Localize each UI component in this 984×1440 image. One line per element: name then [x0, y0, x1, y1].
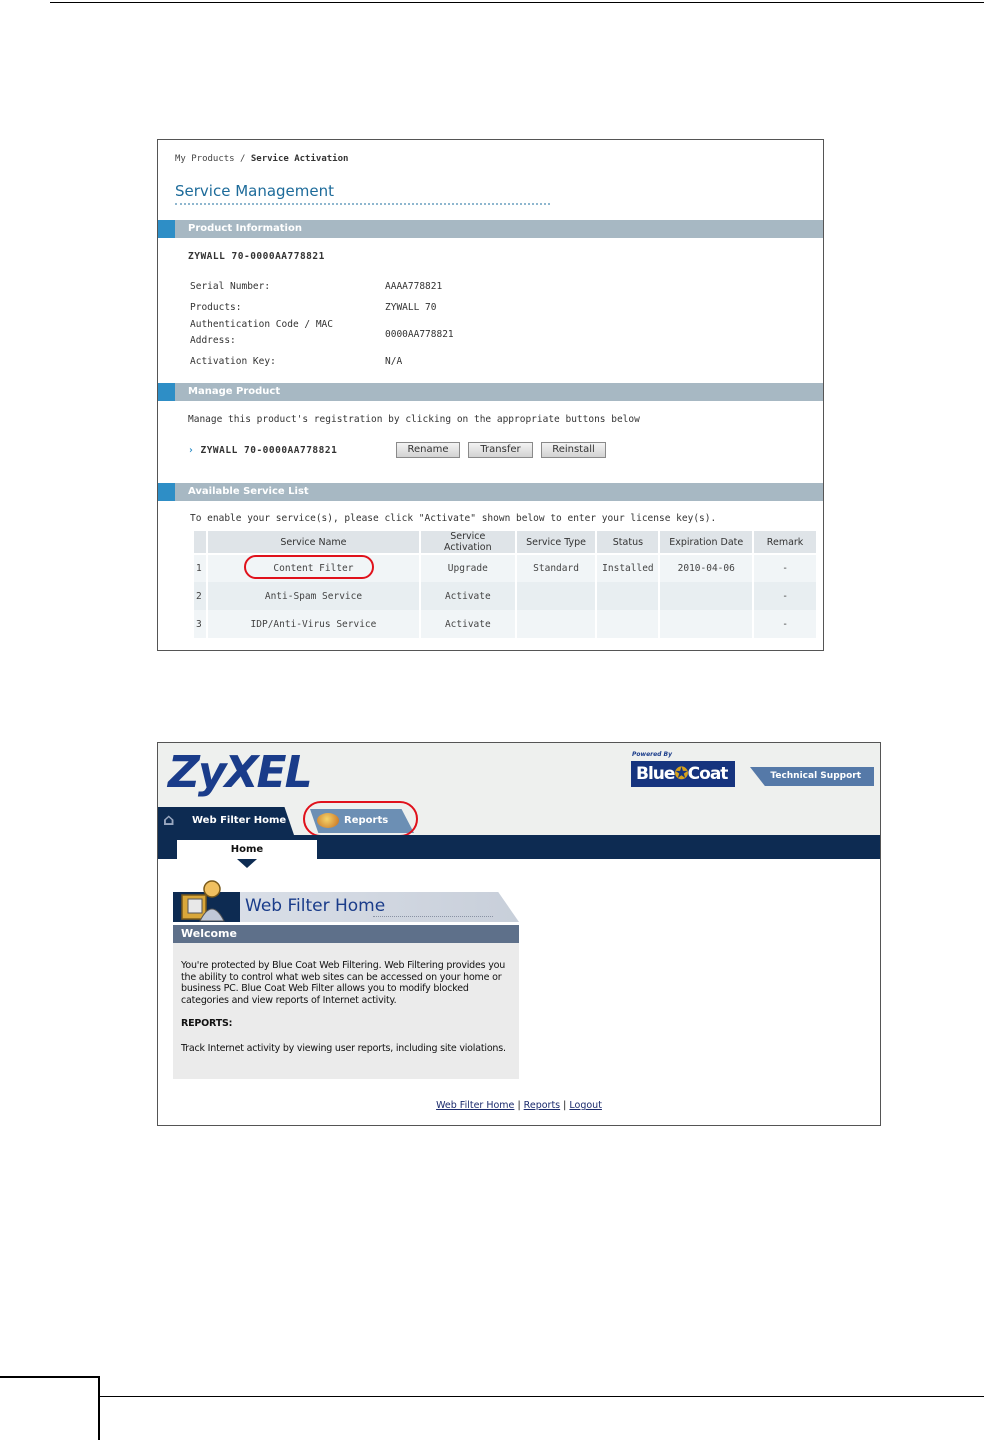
subtab-pointer [237, 859, 257, 868]
column-header: Service Name [205, 529, 421, 555]
reinstall-button[interactable]: Reinstall [541, 442, 606, 458]
auth-code-label-line2: Address: [190, 335, 236, 346]
footer-link-home[interactable]: Web Filter Home [436, 1100, 514, 1111]
breadcrumb: My Products / Service Activation [175, 154, 348, 164]
page-title: Service Management [175, 182, 335, 200]
activation-key-value: N/A [385, 356, 403, 367]
footer-links: Web Filter Home | Reports | Logout [158, 1100, 880, 1111]
column-header: Service Type [514, 529, 598, 555]
manage-product-label: ZYWALL 70-0000AA778821 [200, 445, 338, 456]
zyxel-logo: ZyXEL [168, 747, 313, 798]
breadcrumb-current: Service Activation [250, 154, 349, 164]
technical-support-button[interactable]: Technical Support [750, 767, 874, 786]
column-header: Remark [752, 529, 818, 555]
footer-separator: | [517, 1100, 521, 1111]
section-label: Manage Product [188, 386, 281, 397]
welcome-body: You're protected by Blue Coat Web Filter… [173, 943, 519, 1079]
service-instructions: To enable your service(s), please click … [190, 513, 717, 524]
badge-icon: ✪ [674, 764, 688, 784]
bluecoat-logo-right: Coat [687, 764, 729, 784]
section-label: Product Information [188, 223, 302, 234]
welcome-text: You're protected by Blue Coat Web Filter… [181, 960, 506, 1006]
service-type [514, 610, 598, 638]
web-filter-screenshot: ZyXEL Powered By Blue✪Coat Technical Sup… [157, 742, 881, 1126]
welcome-header: Welcome [173, 925, 519, 943]
auth-code-label-line1: Authentication Code / MAC [190, 319, 333, 330]
products-value: ZYWALL 70 [385, 302, 437, 313]
service-status [595, 610, 661, 638]
remark: - [752, 582, 818, 610]
service-type: Standard [514, 554, 598, 582]
footer-link-reports[interactable]: Reports [524, 1100, 560, 1111]
service-type [514, 582, 598, 610]
breadcrumb-separator: / [240, 154, 246, 164]
page-top-rule [50, 2, 984, 3]
reports-heading: REPORTS: [181, 1018, 233, 1029]
bluecoat-logo: Blue✪Coat [631, 761, 735, 787]
footer-separator: | [563, 1100, 567, 1111]
service-status [595, 582, 661, 610]
service-table: Service Name Service Activation Service T… [192, 529, 818, 638]
row-index: 2 [192, 582, 208, 610]
manage-description: Manage this product's registration by cl… [188, 414, 640, 425]
service-name: Anti-Spam Service [205, 582, 421, 610]
service-list-header: Available Service List [158, 483, 823, 501]
footer-link-logout[interactable]: Logout [569, 1100, 602, 1111]
manage-product-link[interactable]: › ZYWALL 70-0000AA778821 [188, 445, 337, 456]
activation-key-label: Activation Key: [190, 356, 276, 367]
product-info-header: Product Information [158, 220, 823, 238]
table-row: 3 IDP/Anti-Virus Service Activate - [192, 610, 818, 638]
activate-link[interactable]: Activate [418, 610, 517, 638]
rename-button[interactable]: Rename [396, 442, 460, 458]
column-header-index [192, 529, 208, 555]
remark: - [752, 610, 818, 638]
expiration-date: 2010-04-06 [658, 554, 755, 582]
serial-number-label: Serial Number: [190, 281, 271, 292]
table-row: 2 Anti-Spam Service Activate - [192, 582, 818, 610]
serial-number-value: AAAA778821 [385, 281, 443, 292]
content-filter-highlight [244, 555, 374, 579]
remark: - [752, 554, 818, 582]
panel-title: Web Filter Home [245, 896, 386, 916]
service-status: Installed [595, 554, 661, 582]
reports-text: Track Internet activity by viewing user … [181, 1042, 506, 1054]
products-label: Products: [190, 302, 242, 313]
panel-header-dots [373, 916, 493, 917]
reports-highlight [303, 801, 418, 837]
column-header: Expiration Date [658, 529, 755, 555]
transfer-button[interactable]: Transfer [468, 442, 533, 458]
section-label: Available Service List [188, 486, 309, 497]
auth-code-value: 0000AA778821 [385, 329, 454, 340]
manage-product-header: Manage Product [158, 383, 823, 401]
row-index: 3 [192, 610, 208, 638]
breadcrumb-my-products[interactable]: My Products [175, 154, 235, 164]
title-divider [175, 203, 550, 205]
column-header: Status [595, 529, 661, 555]
web-filter-user-icon [181, 880, 225, 922]
column-header: Service Activation [418, 529, 517, 555]
house-icon: ⌂ [163, 810, 175, 829]
chevron-right-icon: › [188, 445, 195, 456]
page-bottom-rule [98, 1396, 984, 1397]
service-name: IDP/Anti-Virus Service [205, 610, 421, 638]
expiration-date [658, 610, 755, 638]
subtab-home[interactable]: Home [177, 840, 317, 859]
expiration-date [658, 582, 755, 610]
service-management-screenshot: My Products / Service Activation Service… [157, 139, 824, 651]
product-id: ZYWALL 70-0000AA778821 [188, 251, 325, 262]
table-header-row: Service Name Service Activation Service T… [192, 529, 818, 555]
upgrade-link[interactable]: Upgrade [418, 554, 517, 582]
page-number-box [0, 1376, 100, 1440]
powered-by-label: Powered By [632, 751, 673, 758]
activate-link[interactable]: Activate [418, 582, 517, 610]
bluecoat-logo-left: Blue [636, 764, 675, 784]
tab-web-filter-home[interactable]: ⌂ Web Filter Home [158, 807, 294, 835]
row-index: 1 [192, 554, 208, 582]
tab-label: Web Filter Home [192, 815, 287, 826]
